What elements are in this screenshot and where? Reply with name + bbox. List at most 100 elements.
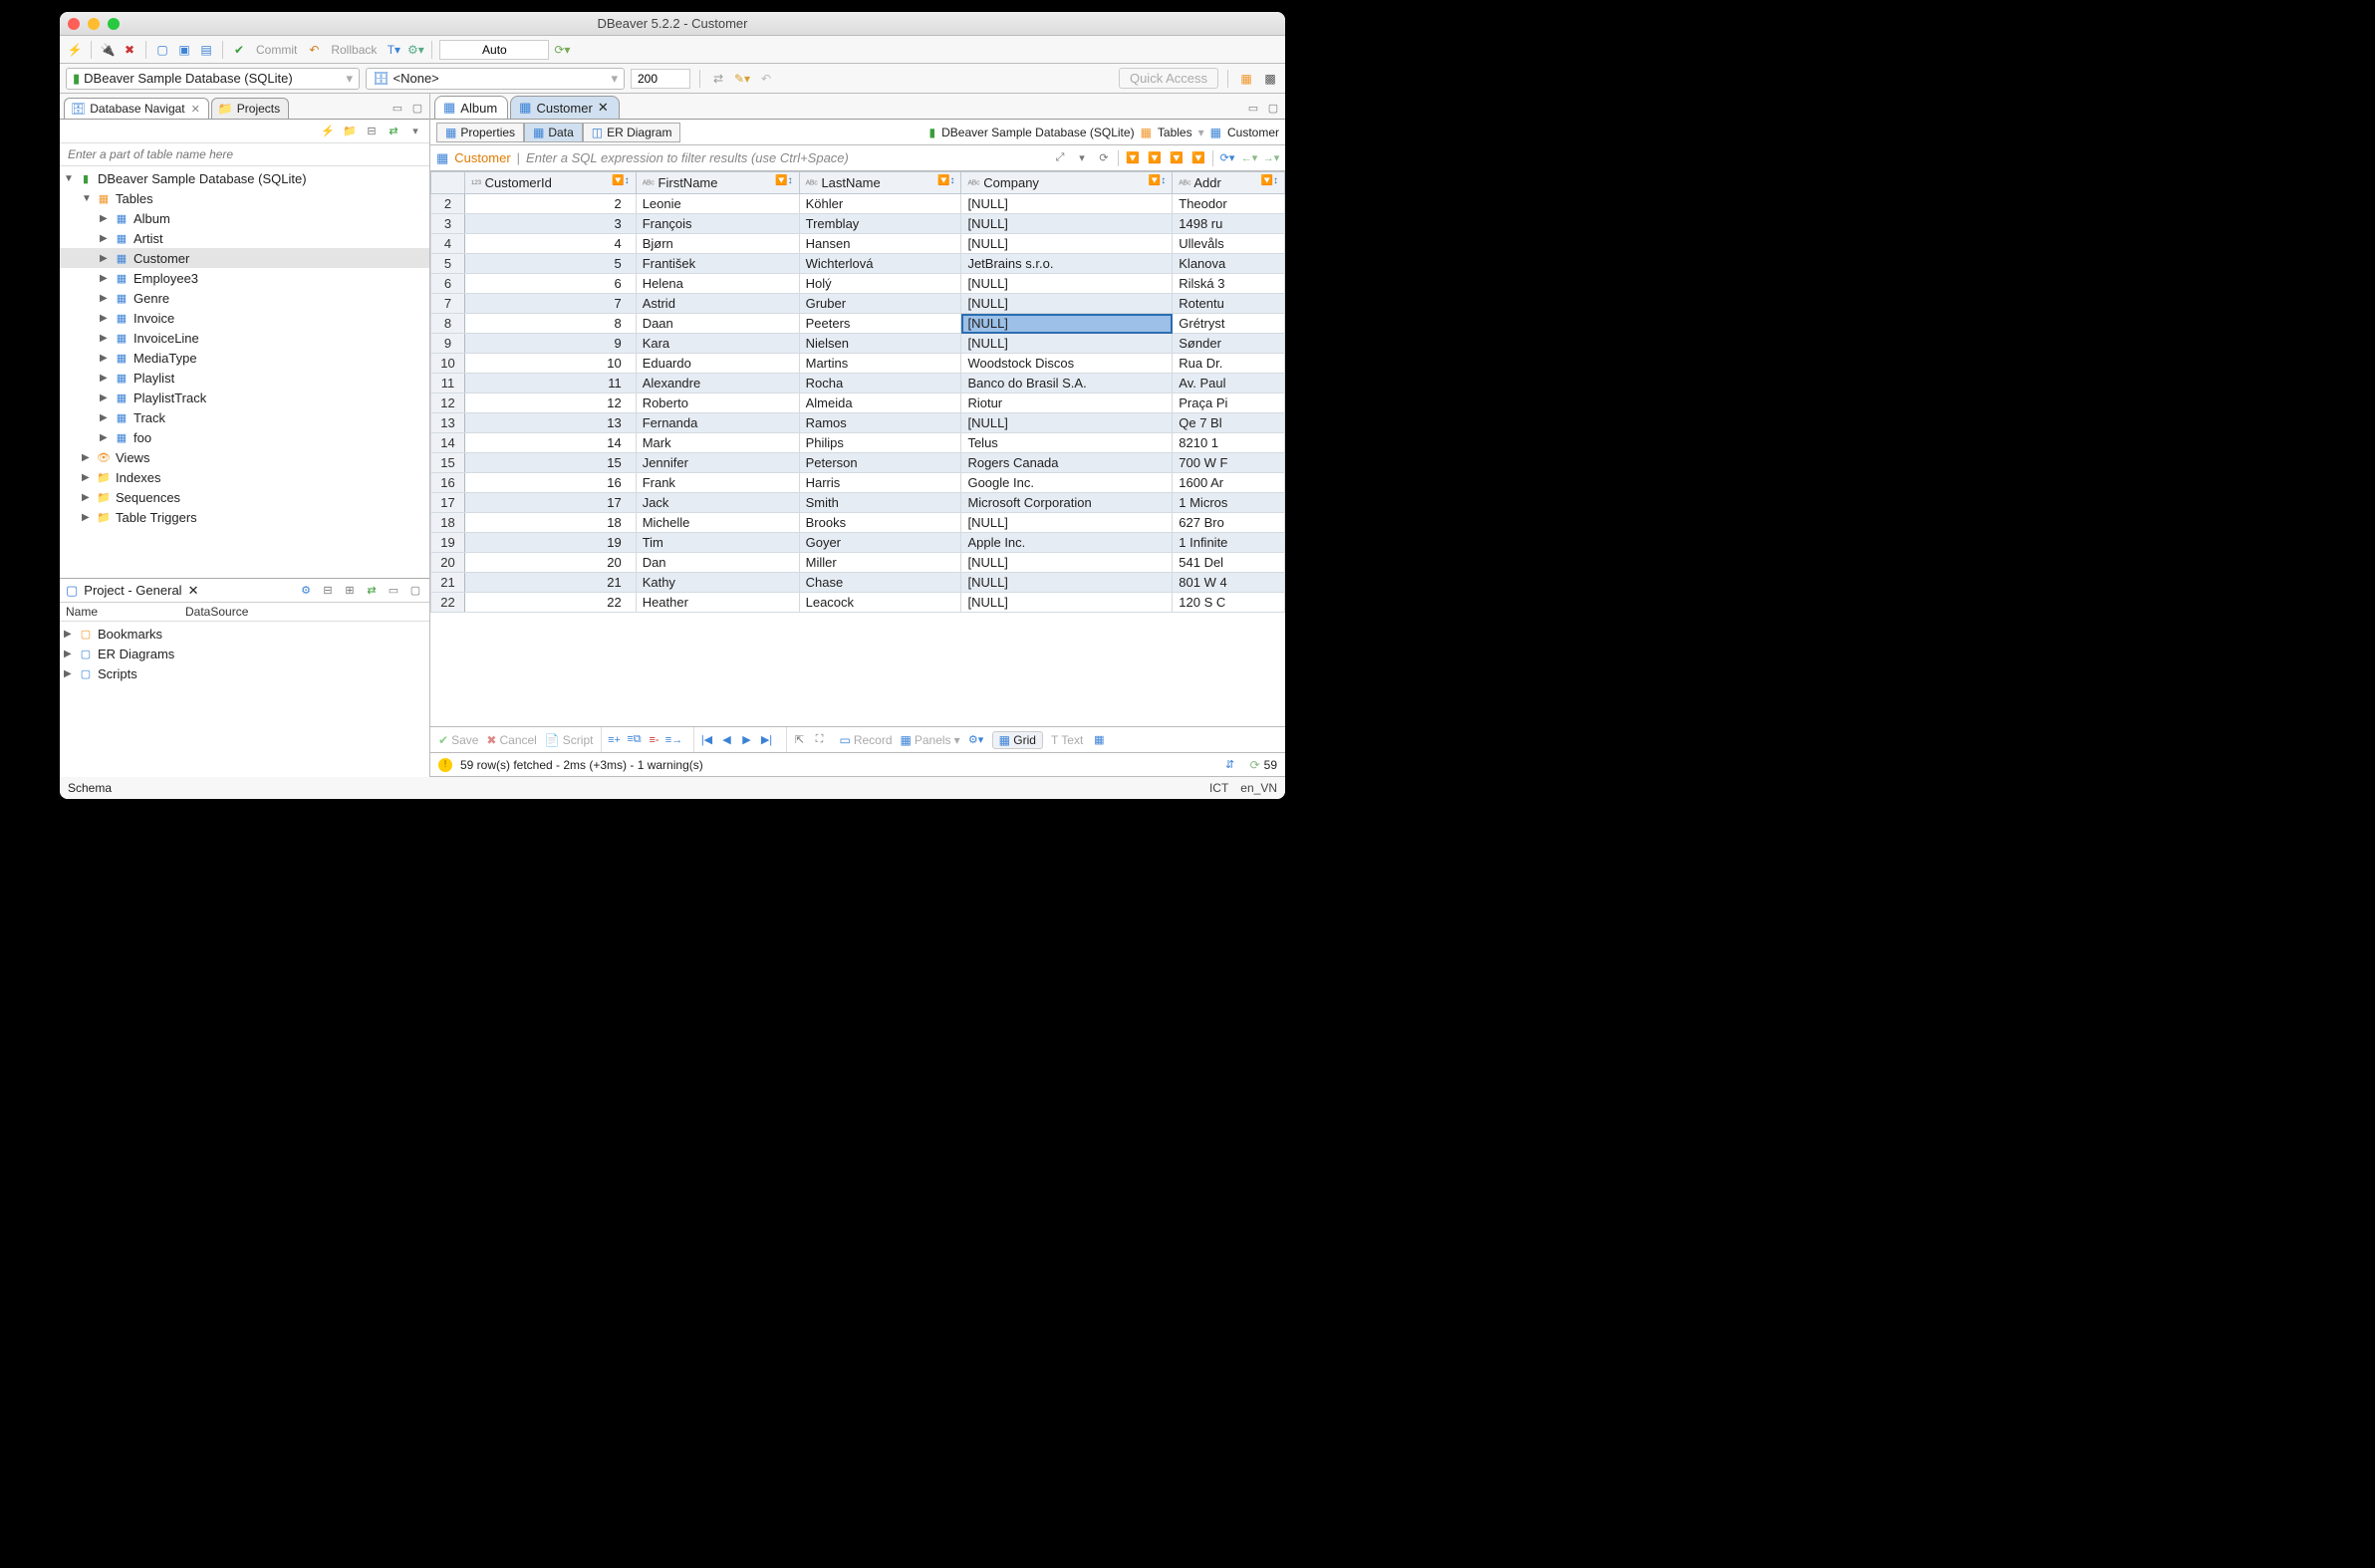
maximize-editor-icon[interactable]: ▢ — [1265, 100, 1281, 116]
table-row[interactable]: 1919TimGoyerApple Inc.1 Infinite — [431, 533, 1285, 553]
connect-icon[interactable]: 🔌 — [99, 41, 117, 59]
refresh-icon[interactable]: ⟳ — [1096, 150, 1112, 166]
filter-expression-input[interactable]: Enter a SQL expression to filter results… — [526, 150, 1046, 165]
close-icon[interactable]: ✕ — [191, 103, 200, 116]
link-query-icon[interactable]: ⇄ — [709, 70, 727, 88]
column-header-lastname[interactable]: ᴬᴮᶜ LastName 🔽↕ — [799, 172, 961, 194]
goto-row-icon[interactable]: ≡→ — [665, 732, 681, 748]
config-icon[interactable]: ⚙▾ — [968, 732, 984, 748]
undo-icon[interactable]: ↶ — [757, 70, 775, 88]
table-row[interactable]: 66HelenaHolý[NULL]Rilská 3 — [431, 274, 1285, 294]
subtab-er-diagram[interactable]: ◫ ER Diagram — [583, 123, 681, 142]
grid-view-button[interactable]: ▦ Grid — [992, 731, 1043, 749]
sql-editor-icon[interactable]: ▢ — [153, 41, 171, 59]
view-menu-icon[interactable]: ▾ — [407, 124, 423, 139]
delete-row-icon[interactable]: ≡- — [646, 732, 661, 748]
recent-sql-icon[interactable]: ▤ — [197, 41, 215, 59]
record-button[interactable]: ▭Record — [839, 733, 892, 747]
link-icon[interactable]: ⇄ — [364, 583, 380, 599]
tree-table-invoiceline[interactable]: ▶▦InvoiceLine — [60, 328, 429, 348]
panels-button[interactable]: ▦Panels ▾ — [901, 733, 960, 747]
new-folder-icon[interactable]: 📁 — [342, 124, 358, 139]
maximize-view-icon[interactable]: ▢ — [409, 100, 425, 116]
tree-datasource-node[interactable]: ▼▮ DBeaver Sample Database (SQLite) — [60, 168, 429, 188]
database-tree[interactable]: ▼▮ DBeaver Sample Database (SQLite) ▼▦ T… — [60, 166, 429, 578]
breadcrumb-datasource[interactable]: DBeaver Sample Database (SQLite) — [941, 126, 1134, 139]
table-row[interactable]: 1010EduardoMartinsWoodstock DiscosRua Dr… — [431, 354, 1285, 374]
table-row[interactable]: 1515JenniferPetersonRogers Canada700 W F — [431, 453, 1285, 473]
new-connection-icon[interactable]: ⚡ — [66, 41, 84, 59]
expand-panel-icon[interactable]: ⤢ — [1052, 150, 1068, 166]
maximize-view-icon[interactable]: ▢ — [407, 583, 423, 599]
disconnect-icon[interactable]: ✖ — [121, 41, 138, 59]
breadcrumb-table[interactable]: Customer — [1227, 126, 1279, 139]
tree-views-folder[interactable]: ▶👁 Views — [60, 447, 429, 467]
close-icon[interactable]: ✕ — [188, 583, 199, 599]
tx-log-icon[interactable]: ⚙▾ — [406, 41, 424, 59]
table-row[interactable]: 2020DanMiller[NULL]541 Del — [431, 553, 1285, 573]
collapse-icon[interactable]: ⊟ — [320, 583, 336, 599]
table-row[interactable]: 77AstridGruber[NULL]Rotentu — [431, 294, 1285, 314]
sql-console-icon[interactable]: ▣ — [175, 41, 193, 59]
editor-tab-album[interactable]: ▦Album — [434, 96, 508, 119]
commit-icon[interactable]: ✔ — [230, 41, 248, 59]
rollback-icon[interactable]: ↶ — [305, 41, 323, 59]
tx-isolation-input[interactable] — [439, 40, 549, 60]
column-header-company[interactable]: ᴬᴮᶜ Company 🔽↕ — [961, 172, 1173, 194]
text-view-button[interactable]: T Text — [1051, 733, 1083, 747]
table-row[interactable]: 1717JackSmithMicrosoft Corporation1 Micr… — [431, 493, 1285, 513]
filter-settings-icon[interactable]: 🔽 — [1190, 150, 1206, 166]
next-page-icon[interactable]: ▶ — [738, 732, 754, 748]
prev-page-icon[interactable]: ◀ — [718, 732, 734, 748]
data-grid[interactable]: ¹²³ CustomerId 🔽↕ᴬᴮᶜ FirstName 🔽↕ᴬᴮᶜ Las… — [430, 171, 1285, 613]
quick-access-button[interactable]: Quick Access — [1119, 68, 1218, 89]
table-row[interactable]: 2121KathyChase[NULL]801 W 4 — [431, 573, 1285, 593]
tree-table-track[interactable]: ▶▦Track — [60, 407, 429, 427]
table-row[interactable]: 1212RobertoAlmeidaRioturPraça Pi — [431, 393, 1285, 413]
table-row[interactable]: 55FrantišekWichterlováJetBrains s.r.o.Kl… — [431, 254, 1285, 274]
table-row[interactable]: 2222HeatherLeacock[NULL]120 S C — [431, 593, 1285, 613]
schema-combo[interactable]: 🗄 <None> ▾ — [366, 68, 625, 90]
gear-icon[interactable]: ⚙ — [298, 583, 314, 599]
column-header-customerid[interactable]: ¹²³ CustomerId 🔽↕ — [465, 172, 637, 194]
link-icon[interactable]: ⇵ — [1222, 757, 1238, 773]
project-item-scripts[interactable]: ▶▢Scripts — [60, 663, 429, 683]
forward-icon[interactable]: →▾ — [1263, 150, 1279, 166]
datasource-combo[interactable]: ▮ DBeaver Sample Database (SQLite) ▾ — [66, 68, 360, 90]
tree-table-mediatype[interactable]: ▶▦MediaType — [60, 348, 429, 368]
perspective-db-icon[interactable]: ▦ — [1237, 70, 1255, 88]
tree-table-invoice[interactable]: ▶▦Invoice — [60, 308, 429, 328]
cancel-button[interactable]: ✖Cancel — [486, 733, 536, 747]
table-row[interactable]: 1313FernandaRamos[NULL]Qe 7 Bl — [431, 413, 1285, 433]
minimize-editor-icon[interactable]: ▭ — [1245, 100, 1261, 116]
filter-icon[interactable]: 🔽 — [1125, 150, 1141, 166]
tree-triggers-folder[interactable]: ▶📁 Table Triggers — [60, 507, 429, 527]
expand-icon[interactable]: ⊞ — [342, 583, 358, 599]
tree-sequences-folder[interactable]: ▶📁 Sequences — [60, 487, 429, 507]
table-row[interactable]: 33FrançoisTremblay[NULL]1498 ru — [431, 214, 1285, 234]
commit-button[interactable]: Commit — [252, 43, 301, 57]
table-row[interactable]: 44BjørnHansen[NULL]Ullevåls — [431, 234, 1285, 254]
breadcrumb-tables[interactable]: Tables — [1158, 126, 1192, 139]
table-row[interactable]: 1616FrankHarrisGoogle Inc.1600 Ar — [431, 473, 1285, 493]
table-row[interactable]: 22LeonieKöhler[NULL]Theodor — [431, 194, 1285, 214]
close-icon[interactable]: ✕ — [598, 100, 609, 116]
table-row[interactable]: 88DaanPeeters[NULL]Grétryst — [431, 314, 1285, 334]
perspective-open-icon[interactable]: ▩ — [1261, 70, 1279, 88]
export-icon[interactable]: ⇱ — [791, 732, 807, 748]
tree-indexes-folder[interactable]: ▶📁 Indexes — [60, 467, 429, 487]
script-button[interactable]: 📄Script — [545, 733, 594, 747]
tree-table-foo[interactable]: ▶▦foo — [60, 427, 429, 447]
tree-table-playlisttrack[interactable]: ▶▦PlaylistTrack — [60, 388, 429, 407]
editor-tab-customer[interactable]: ▦Customer✕ — [510, 96, 620, 119]
focus-icon[interactable]: ⛶ — [811, 732, 827, 748]
tree-filter-input[interactable] — [60, 143, 429, 166]
project-item-bookmarks[interactable]: ▶▢Bookmarks — [60, 624, 429, 644]
save-button[interactable]: ✔Save — [438, 733, 478, 747]
tree-table-customer[interactable]: ▶▦Customer — [60, 248, 429, 268]
row-limit-input[interactable] — [631, 69, 690, 89]
rollback-button[interactable]: Rollback — [327, 43, 381, 57]
minimize-view-icon[interactable]: ▭ — [390, 100, 405, 116]
minimize-view-icon[interactable]: ▭ — [386, 583, 401, 599]
dropdown-icon[interactable]: ▾ — [1074, 150, 1090, 166]
